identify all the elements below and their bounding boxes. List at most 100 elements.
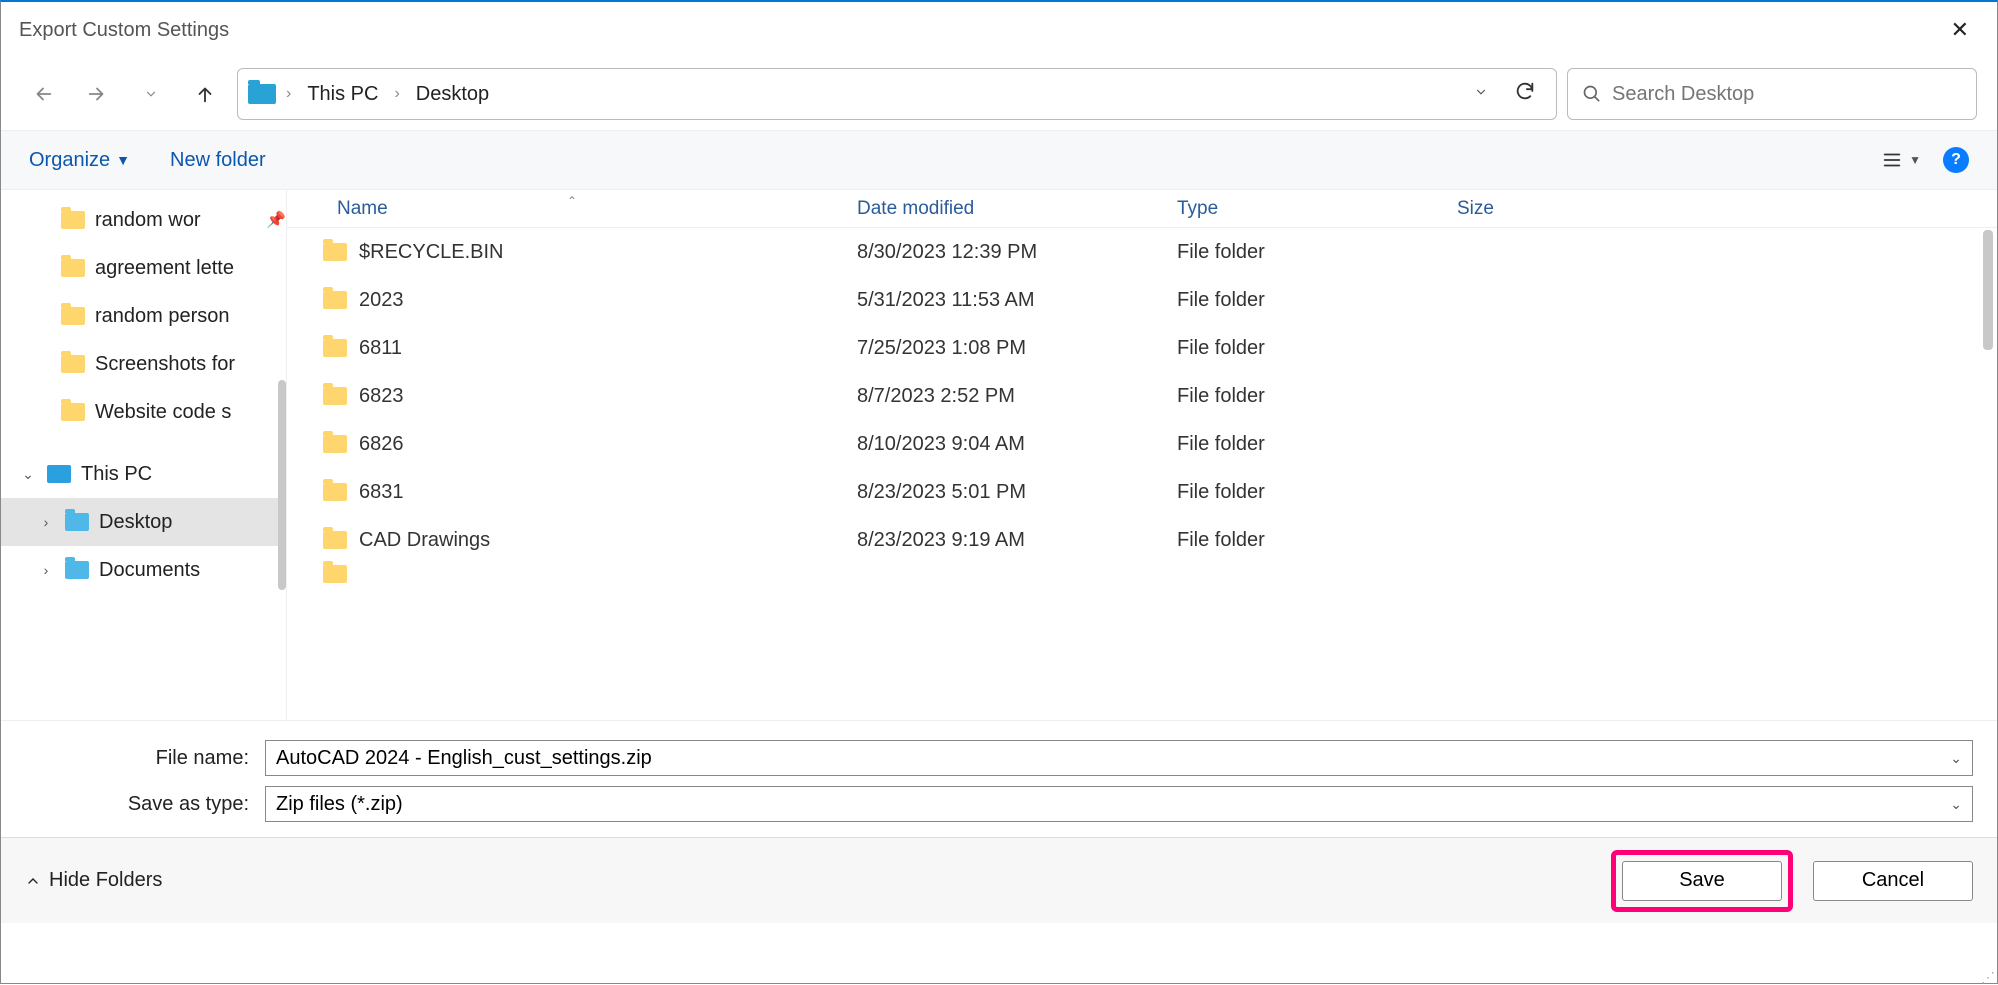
resize-grip-icon[interactable]: ⋰ [1981,973,1995,981]
tree-label: agreement lette [95,257,234,280]
folder-icon [61,307,85,325]
tree-item[interactable]: random wor 📌 [1,196,286,244]
tree-label: Website code s [95,401,231,424]
folder-icon [323,339,347,357]
file-name: 6826 [359,433,404,456]
table-row[interactable]: 6811 7/25/2023 1:08 PMFile folder [287,324,1997,372]
column-size[interactable]: Size [1457,198,1657,220]
chevron-right-icon: › [37,562,55,578]
folder-icon [65,513,89,531]
tree-item[interactable]: Screenshots for [1,340,286,388]
file-name: $RECYCLE.BIN [359,241,504,264]
savetype-value: Zip files (*.zip) [276,793,403,816]
new-folder-button[interactable]: New folder [170,149,266,172]
search-icon [1582,84,1602,104]
folder-icon [61,355,85,373]
tree-item-documents[interactable]: › Documents [1,546,286,594]
filename-value: AutoCAD 2024 - English_cust_settings.zip [276,747,652,770]
file-date: 7/25/2023 1:08 PM [857,337,1177,360]
address-bar[interactable]: › This PC › Desktop [237,68,1557,120]
column-date[interactable]: Date modified [857,198,1177,220]
tree-item-desktop[interactable]: ›Desktop [1,498,286,546]
folder-icon [65,561,89,579]
refresh-button[interactable] [1504,74,1546,114]
forward-button[interactable] [75,72,119,116]
file-date: 8/23/2023 9:19 AM [857,529,1177,552]
view-menu[interactable]: ▼ [1881,149,1921,171]
table-row[interactable]: $RECYCLE.BIN8/30/2023 12:39 PMFile folde… [287,228,1997,276]
file-date: 8/7/2023 2:52 PM [857,385,1177,408]
chevron-down-icon: ⌄ [19,466,37,483]
file-name: 6811 [359,337,402,360]
table-row[interactable]: 68268/10/2023 9:04 AMFile folder [287,420,1997,468]
column-headers: Name⌃ Date modified Type Size [287,190,1997,228]
search-input[interactable] [1612,83,1962,106]
caret-down-icon: ▼ [1909,153,1921,167]
folder-icon [323,243,347,261]
filelist-scrollbar[interactable] [1983,230,1993,350]
save-button[interactable]: Save [1622,861,1782,901]
arrow-up-icon [194,83,216,105]
folder-icon [323,565,347,583]
file-date: 8/23/2023 5:01 PM [857,481,1177,504]
column-name[interactable]: Name⌃ [287,198,857,220]
file-type: File folder [1177,241,1457,264]
tree-item[interactable]: Website code s [1,388,286,436]
tree-label: Documents [99,559,200,582]
caret-down-icon: ▼ [116,152,130,168]
breadcrumb-item[interactable]: Desktop [410,79,495,110]
savetype-label: Save as type: [25,793,255,816]
navigation-pane: random wor 📌 agreement lette random perso… [1,190,287,720]
sidebar-scrollbar[interactable] [278,380,286,590]
close-icon[interactable]: ✕ [1941,13,1979,47]
savetype-select[interactable]: Zip files (*.zip) ⌄ [265,786,1973,822]
back-button[interactable] [21,72,65,116]
hide-folders-label: Hide Folders [49,869,162,892]
search-box[interactable] [1567,68,1977,120]
nav-row: › This PC › Desktop [1,58,1997,130]
file-date: 5/31/2023 11:53 AM [857,289,1177,312]
folder-icon [61,403,85,421]
organize-menu[interactable]: Organize ▼ [29,149,130,172]
folder-icon [61,259,85,277]
title-bar: Export Custom Settings ✕ [1,2,1997,58]
file-name: 6831 [359,481,404,504]
tree-label: random wor [95,209,201,232]
tree-label: This PC [81,463,152,486]
pin-icon: 📌 [266,210,286,230]
filename-label: File name: [25,747,255,770]
address-dropdown[interactable] [1468,79,1494,110]
table-row[interactable]: CAD Drawings8/23/2023 9:19 AMFile folder [287,516,1997,564]
organize-label: Organize [29,149,110,172]
table-row[interactable]: 68238/7/2023 2:52 PMFile folder [287,372,1997,420]
tree-item[interactable]: agreement lette [1,244,286,292]
file-list: Name⌃ Date modified Type Size $RECYCLE.B… [287,190,1997,720]
file-type: File folder [1177,529,1457,552]
save-highlight: Save [1611,850,1793,912]
file-type: File folder [1177,337,1457,360]
filename-input[interactable]: AutoCAD 2024 - English_cust_settings.zip… [265,740,1973,776]
arrow-left-icon [32,83,54,105]
file-type: File folder [1177,289,1457,312]
footer: Hide Folders Save Cancel [1,837,1997,923]
hide-folders-toggle[interactable]: Hide Folders [25,869,162,892]
chevron-right-icon: › [286,85,291,103]
tree-item[interactable]: random person [1,292,286,340]
up-button[interactable] [183,72,227,116]
column-type[interactable]: Type [1177,198,1457,220]
table-row[interactable]: 6831 8/23/2023 5:01 PMFile folder [287,468,1997,516]
file-type: File folder [1177,481,1457,504]
tree-item-thispc[interactable]: ⌄ This PC [1,450,286,498]
file-name: 2023 [359,289,404,312]
recent-dropdown[interactable] [129,72,173,116]
main-area: random wor 📌 agreement lette random perso… [1,190,1997,720]
breadcrumb-item[interactable]: This PC [301,79,384,110]
pc-icon [47,465,71,483]
folder-icon [323,483,347,501]
list-view-icon [1881,149,1903,171]
folder-icon [61,211,85,229]
table-row[interactable]: 2023 5/31/2023 11:53 AMFile folder [287,276,1997,324]
chevron-down-icon: ⌄ [1950,796,1962,813]
cancel-button[interactable]: Cancel [1813,861,1973,901]
help-button[interactable]: ? [1943,147,1969,173]
